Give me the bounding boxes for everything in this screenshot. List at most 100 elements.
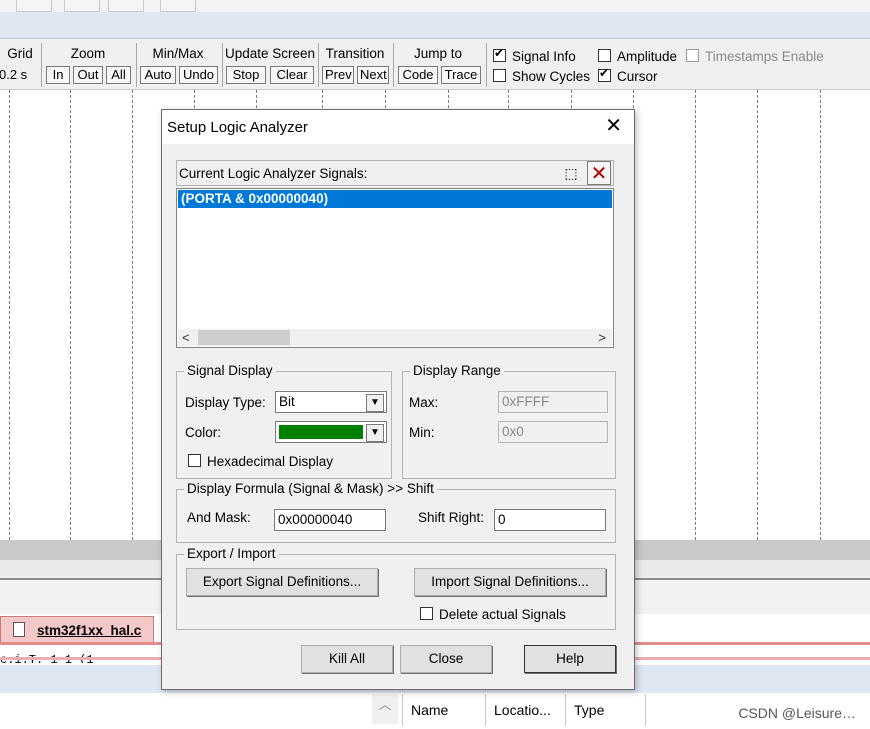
grid-value: 0.2 s [0,67,28,82]
display-range-legend: Display Range [410,363,504,378]
color-swatch [279,425,363,439]
scrollbar-thumb[interactable] [198,330,290,345]
logic-analyzer-toolbar: Grid 0.2 s Zoom In Out All Min/Max Auto … [0,39,870,90]
max-label: Max: [409,395,439,410]
cursor-option[interactable]: Cursor [598,66,658,84]
max-field: 0xFFFF [498,391,608,413]
jump-to-group: Jump to [394,45,482,63]
prev-button[interactable]: Prev [322,66,354,84]
dialog-title: Setup Logic Analyzer [167,119,308,136]
signal-list-item[interactable]: (PORTA & 0x00000040) [178,190,612,208]
dialog-title-bar[interactable]: Setup Logic Analyzer ✕ [162,110,634,144]
trace-button[interactable]: Trace [441,66,481,84]
scroll-left-icon[interactable]: < [182,329,190,346]
zoom-all-button[interactable]: All [106,66,131,84]
grid-line [9,90,10,540]
zoom-out-button[interactable]: Out [73,66,103,84]
color-label: Color: [185,425,222,440]
toolbar-button[interactable] [16,0,52,12]
import-signal-definitions-button[interactable]: Import Signal Definitions... [414,568,606,596]
show-cycles-label: Show Cycles [512,69,591,84]
and-mask-label: And Mask: [187,510,251,525]
toolbar-button[interactable] [108,0,144,12]
signal-info-label: Signal Info [512,49,576,64]
display-type-label: Display Type: [185,395,266,410]
signal-info-checkbox[interactable] [493,46,506,62]
help-button[interactable]: Help [524,645,616,673]
grid-group: Grid [0,45,40,63]
display-formula-legend: Display Formula (Signal & Mask) >> Shift [184,481,437,496]
column-header-type[interactable]: Type [566,694,646,726]
color-picker[interactable]: ▼ [275,421,387,443]
cursor-checkbox[interactable] [598,66,611,82]
toolbar-button[interactable] [64,0,100,12]
top-toolbar-strip [0,0,870,12]
amplitude-label: Amplitude [617,49,678,64]
update-screen-group: Update Screen [223,45,317,63]
zoom-group: Zoom [42,45,134,63]
scroll-right-icon[interactable]: > [598,329,606,346]
auto-button[interactable]: Auto [140,66,176,84]
shift-right-input[interactable]: 0 [494,509,606,531]
min-field: 0x0 [498,421,608,443]
color-dropdown-icon[interactable]: ▼ [366,424,384,442]
min-label: Min: [409,425,435,440]
export-signal-definitions-button[interactable]: Export Signal Definitions... [186,568,378,596]
scroll-up-icon[interactable]: ︿ [372,694,398,724]
zoom-title: Zoom [70,46,106,61]
minmax-title: Min/Max [152,46,204,61]
show-cycles-option[interactable]: Show Cycles [493,69,590,84]
delete-actual-signals-checkbox[interactable] [420,607,433,620]
close-button[interactable]: Close [400,645,492,673]
transition-title: Transition [325,46,385,61]
signals-listbox[interactable]: (PORTA & 0x00000040) < > [176,188,614,348]
delete-actual-signals-label: Delete actual Signals [439,607,566,622]
chevron-down-icon[interactable]: ▼ [366,394,384,412]
amplitude-checkbox[interactable] [598,49,611,62]
jump-to-title: Jump to [413,46,463,61]
window-caption-band [0,12,870,39]
display-type-value: Bit [279,394,295,409]
grid-line [757,90,758,540]
and-mask-input[interactable]: 0x00000040 [274,509,386,531]
zoom-in-button[interactable]: In [46,66,70,84]
new-signal-icon[interactable]: ⬚ [561,163,581,183]
editor-tab[interactable]: stm32f1xx_hal.c [0,616,154,643]
clear-button[interactable]: Clear [270,66,314,84]
delete-actual-signals-option[interactable]: Delete actual Signals [420,607,566,622]
editor-tab-label: stm32f1xx_hal.c [37,623,142,638]
grid-title: Grid [7,46,33,61]
code-button[interactable]: Code [398,66,438,84]
timestamps-enable-option: Timestamps Enable [686,49,824,64]
display-type-select[interactable]: Bit ▼ [275,391,387,413]
shift-right-label: Shift Right: [418,510,485,525]
signals-list-header: Current Logic Analyzer Signals: ⬚ ✕ [176,160,614,186]
grid-line [695,90,696,540]
hexadecimal-display-option[interactable]: Hexadecimal Display [188,454,333,469]
timestamps-enable-label: Timestamps Enable [705,49,824,64]
cursor-label: Cursor [617,69,658,84]
signal-info-option[interactable]: Signal Info [493,46,576,64]
watermark: CSDN @Leisure… [738,705,856,721]
grid-line [132,90,133,540]
export-import-legend: Export / Import [184,546,279,561]
separator [486,43,487,87]
signals-label: Current Logic Analyzer Signals: [179,166,368,181]
toolbar-button[interactable] [160,0,196,12]
grid-line [820,90,821,540]
show-cycles-checkbox[interactable] [493,69,506,82]
delete-signal-icon[interactable]: ✕ [587,161,611,185]
close-icon[interactable]: ✕ [605,116,622,136]
undo-button[interactable]: Undo [179,66,218,84]
file-icon [13,622,25,637]
hexadecimal-display-checkbox[interactable] [188,454,201,467]
next-button[interactable]: Next [357,66,389,84]
column-header-location[interactable]: Locatio... [486,694,566,726]
column-header-name[interactable]: Name [402,694,486,726]
kill-all-button[interactable]: Kill All [301,645,393,673]
stop-button[interactable]: Stop [226,66,266,84]
listbox-scrollbar[interactable]: < > [178,329,612,346]
amplitude-option[interactable]: Amplitude [598,49,677,64]
transition-group: Transition [319,45,391,63]
signal-display-legend: Signal Display [184,363,276,378]
